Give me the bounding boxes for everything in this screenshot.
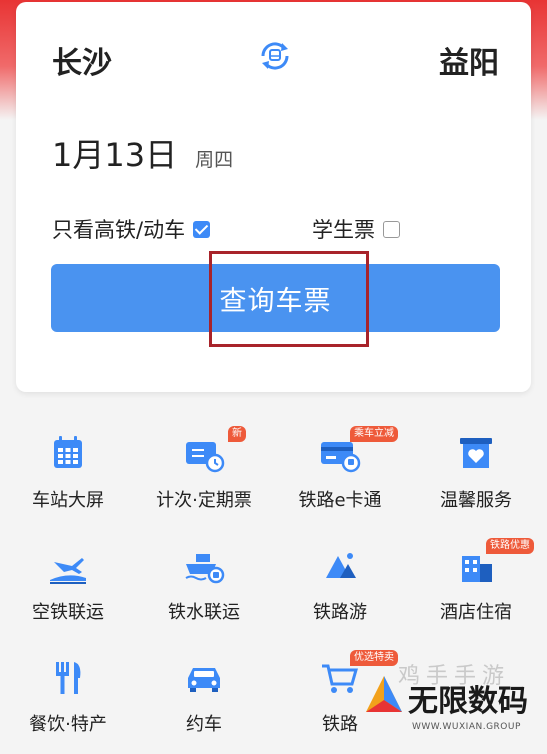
service-label: 计次·定期票 — [156, 490, 252, 511]
watermark-logo-icon — [362, 672, 406, 716]
ride-discount-badge: 乘车立减 — [350, 426, 398, 442]
ship-train-icon — [182, 544, 226, 588]
student-ticket-checkbox[interactable] — [383, 220, 400, 238]
service-label: 酒店住宿 — [440, 602, 512, 623]
departure-city[interactable]: 长沙 — [52, 38, 112, 82]
rail-discount-badge: 铁路优惠 — [486, 538, 534, 554]
car-icon — [182, 656, 226, 700]
watermark-url: WWW.WUXIAN.GROUP — [412, 722, 521, 732]
service-car[interactable]: 约车 — [136, 644, 272, 754]
service-label: 车站大屏 — [32, 490, 104, 511]
service-label: 约车 — [186, 714, 222, 735]
special-sale-badge: 优选特卖 — [350, 650, 398, 666]
student-ticket-label: 学生票 — [312, 218, 375, 242]
fork-knife-icon — [46, 656, 90, 700]
high-speed-only-label: 只看高铁/动车 — [52, 218, 186, 242]
date-selector[interactable]: 1月13日 周四 — [52, 130, 233, 176]
watermark-title: 无限数码 — [408, 684, 528, 719]
service-label: 铁路e卡通 — [298, 490, 382, 511]
ticket-clock-icon — [182, 432, 226, 476]
ticket-search-card: 长沙 益阳 1月13日 周四 只看高铁/动车 学生票 查询车票 — [16, 2, 531, 392]
service-air-rail[interactable]: 空铁联运 — [0, 532, 136, 642]
calendar-grid-icon — [46, 432, 90, 476]
service-station-screen[interactable]: 车站大屏 — [0, 420, 136, 530]
student-ticket-option[interactable]: 学生票 — [312, 214, 400, 244]
departure-date: 1月13日 — [52, 136, 178, 174]
service-rail-tour[interactable]: 铁路游 — [272, 532, 408, 642]
high-speed-only-checkbox[interactable] — [193, 220, 211, 238]
service-hotel[interactable]: 铁路优惠 酒店住宿 — [408, 532, 544, 642]
service-caring[interactable]: 温馨服务 — [408, 420, 544, 530]
service-label: 铁路游 — [313, 602, 367, 623]
plane-train-icon — [46, 544, 90, 588]
heart-box-icon — [454, 432, 498, 476]
swap-stations-icon[interactable] — [257, 38, 293, 74]
service-label: 铁水联运 — [168, 602, 240, 623]
service-periodic-ticket[interactable]: 新 计次·定期票 — [136, 420, 272, 530]
weekday: 周四 — [195, 149, 234, 171]
service-rail-water[interactable]: 铁水联运 — [136, 532, 272, 642]
service-food[interactable]: 餐饮·特产 — [0, 644, 136, 754]
high-speed-only-option[interactable]: 只看高铁/动车 — [52, 214, 211, 244]
service-rail-ecard[interactable]: 乘车立减 铁路e卡通 — [272, 420, 408, 530]
service-label: 温馨服务 — [440, 490, 512, 511]
new-badge: 新 — [228, 426, 246, 442]
service-label: 餐饮·特产 — [29, 714, 107, 735]
watermark: 鸡手手游 无限数码 WWW.WUXIAN.GROUP — [360, 664, 547, 742]
highlight-box — [209, 251, 369, 347]
mountain-icon — [318, 544, 362, 588]
arrival-city[interactable]: 益阳 — [439, 38, 499, 82]
service-label: 空铁联运 — [32, 602, 104, 623]
